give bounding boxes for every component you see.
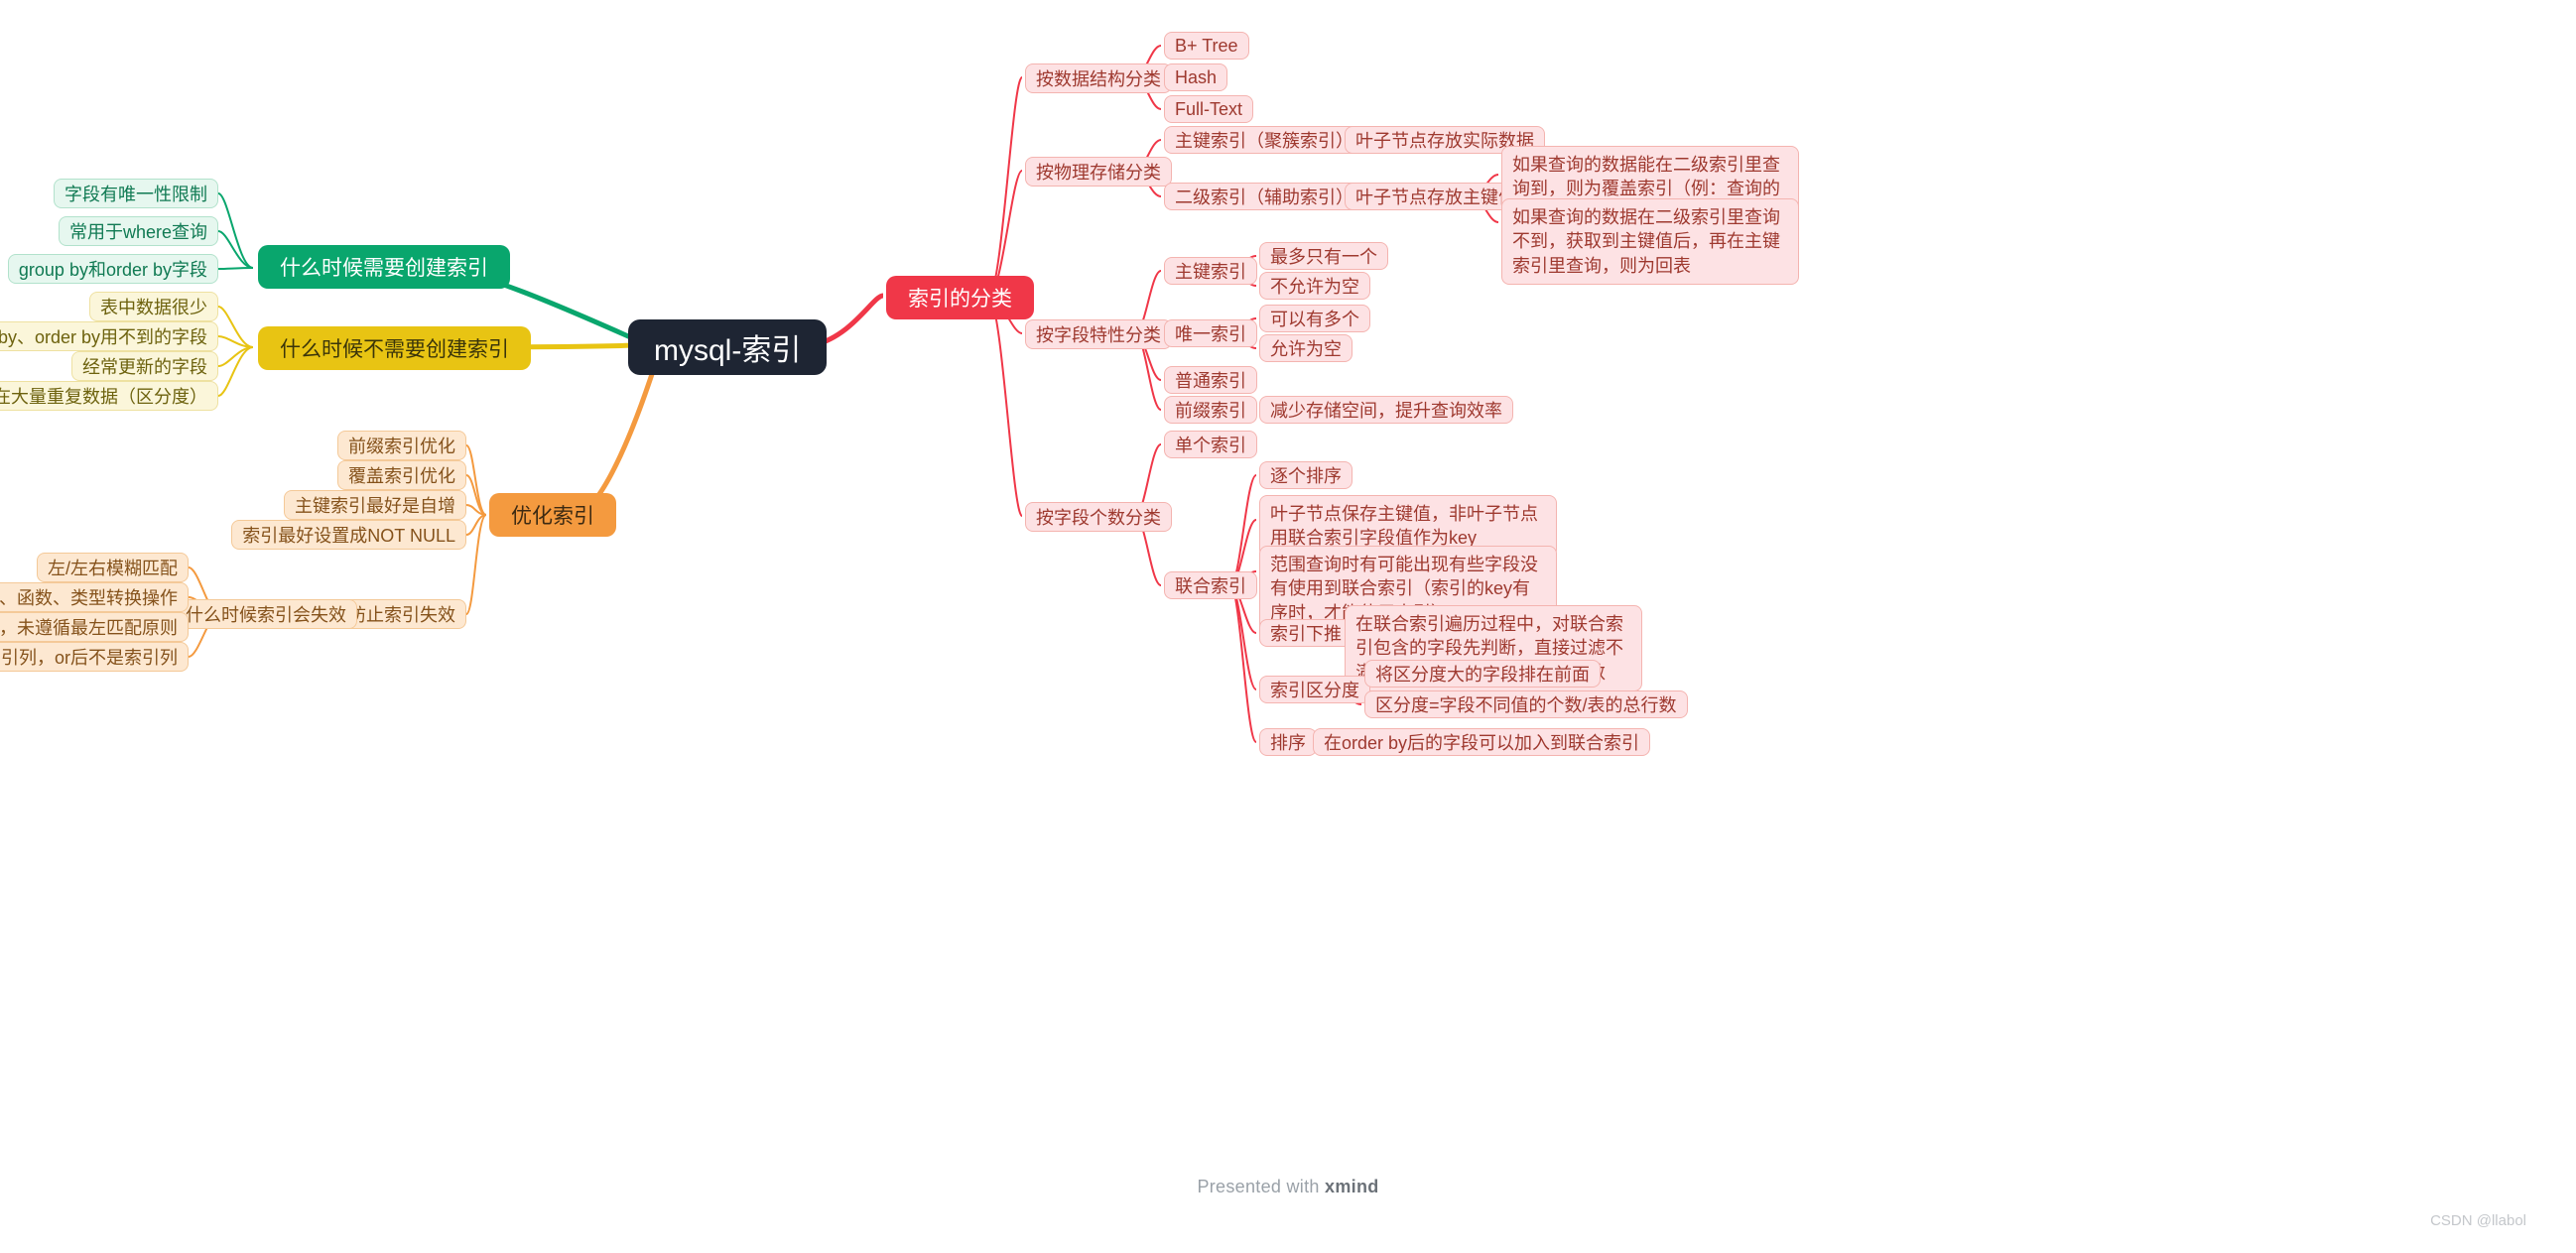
orange-fail-3[interactable]: where子句中，or前是索引列，or后不是索引列: [0, 642, 189, 672]
footer-text: Presented with: [1197, 1177, 1325, 1196]
red-count-title[interactable]: 按字段个数分类: [1025, 502, 1172, 532]
orange-whenfail-node[interactable]: 什么时候索引会失效: [175, 599, 357, 629]
yellow-item-2[interactable]: 经常更新的字段: [71, 351, 218, 381]
orange-item-1[interactable]: 覆盖索引优化: [337, 460, 466, 490]
red-attr-pk[interactable]: 主键索引: [1164, 257, 1257, 285]
green-branch[interactable]: 什么时候需要创建索引: [258, 245, 510, 289]
red-attr-prefix-note[interactable]: 减少存储空间，提升查询效率: [1259, 396, 1513, 424]
red-attr-pk-0[interactable]: 最多只有一个: [1259, 242, 1388, 270]
watermark: CSDN @llabol: [2430, 1212, 2526, 1229]
yellow-item-0[interactable]: 表中数据很少: [89, 292, 218, 321]
red-pushdown-title[interactable]: 索引下推: [1259, 619, 1352, 647]
red-disc-0[interactable]: 将区分度大的字段排在前面: [1364, 660, 1601, 688]
footer: Presented with xmind: [0, 1177, 2576, 1197]
red-attr-uni[interactable]: 唯一索引: [1164, 319, 1257, 347]
red-phys-sec[interactable]: 二级索引（辅助索引）: [1164, 183, 1364, 210]
green-item-0[interactable]: 字段有唯一性限制: [54, 179, 218, 208]
red-ds-0[interactable]: B+ Tree: [1164, 32, 1249, 60]
red-ds-title[interactable]: 按数据结构分类: [1025, 63, 1172, 93]
red-disc-title[interactable]: 索引区分度: [1259, 676, 1370, 703]
red-ds-1[interactable]: Hash: [1164, 63, 1227, 91]
orange-fail-1[interactable]: 对索引列做了计算、函数、类型转换操作: [0, 582, 189, 612]
green-item-1[interactable]: 常用于where查询: [59, 216, 218, 246]
orange-fail-2[interactable]: 联合索引不正确使用，未遵循最左匹配原则: [0, 612, 189, 642]
red-phys-sec-note2-1[interactable]: 如果查询的数据在二级索引里查询不到，获取到主键值后，再在主键索引里查询，则为回表: [1501, 198, 1799, 285]
orange-branch[interactable]: 优化索引: [489, 493, 616, 537]
orange-item-0[interactable]: 前缀索引优化: [337, 431, 466, 460]
red-comp-0[interactable]: 逐个排序: [1259, 461, 1352, 489]
red-sort-title[interactable]: 排序: [1259, 728, 1317, 756]
red-attr-uni-1[interactable]: 允许为空: [1259, 334, 1352, 362]
red-attr-uni-0[interactable]: 可以有多个: [1259, 305, 1370, 332]
yellow-item-3[interactable]: 字段存在大量重复数据（区分度）: [0, 381, 218, 411]
root-node[interactable]: mysql-索引: [628, 319, 827, 375]
orange-item-2[interactable]: 主键索引最好是自增: [284, 490, 466, 520]
red-sort-note[interactable]: 在order by后的字段可以加入到联合索引: [1313, 728, 1650, 756]
red-phys-sec-note[interactable]: 叶子节点存放主键值: [1345, 183, 1527, 210]
red-attr-prefix[interactable]: 前缀索引: [1164, 396, 1257, 424]
red-ds-2[interactable]: Full-Text: [1164, 95, 1253, 123]
red-count-comp[interactable]: 联合索引: [1164, 571, 1257, 599]
yellow-branch[interactable]: 什么时候不需要创建索引: [258, 326, 531, 370]
red-phys-title[interactable]: 按物理存储分类: [1025, 157, 1172, 187]
red-phys-pk[interactable]: 主键索引（聚簇索引）: [1164, 126, 1364, 154]
orange-fail-0[interactable]: 左/左右模糊匹配: [37, 553, 189, 582]
orange-item-3[interactable]: 索引最好设置成NOT NULL: [231, 520, 466, 550]
footer-brand: xmind: [1325, 1177, 1379, 1196]
red-branch[interactable]: 索引的分类: [886, 276, 1034, 319]
red-count-single[interactable]: 单个索引: [1164, 431, 1257, 458]
green-item-2[interactable]: group by和order by字段: [8, 254, 218, 284]
red-attr-normal[interactable]: 普通索引: [1164, 366, 1257, 394]
red-attr-title[interactable]: 按字段特性分类: [1025, 319, 1172, 349]
yellow-item-1[interactable]: where、group by、order by用不到的字段: [0, 321, 218, 351]
red-attr-pk-1[interactable]: 不允许为空: [1259, 272, 1370, 300]
red-disc-1[interactable]: 区分度=字段不同值的个数/表的总行数: [1364, 690, 1688, 718]
